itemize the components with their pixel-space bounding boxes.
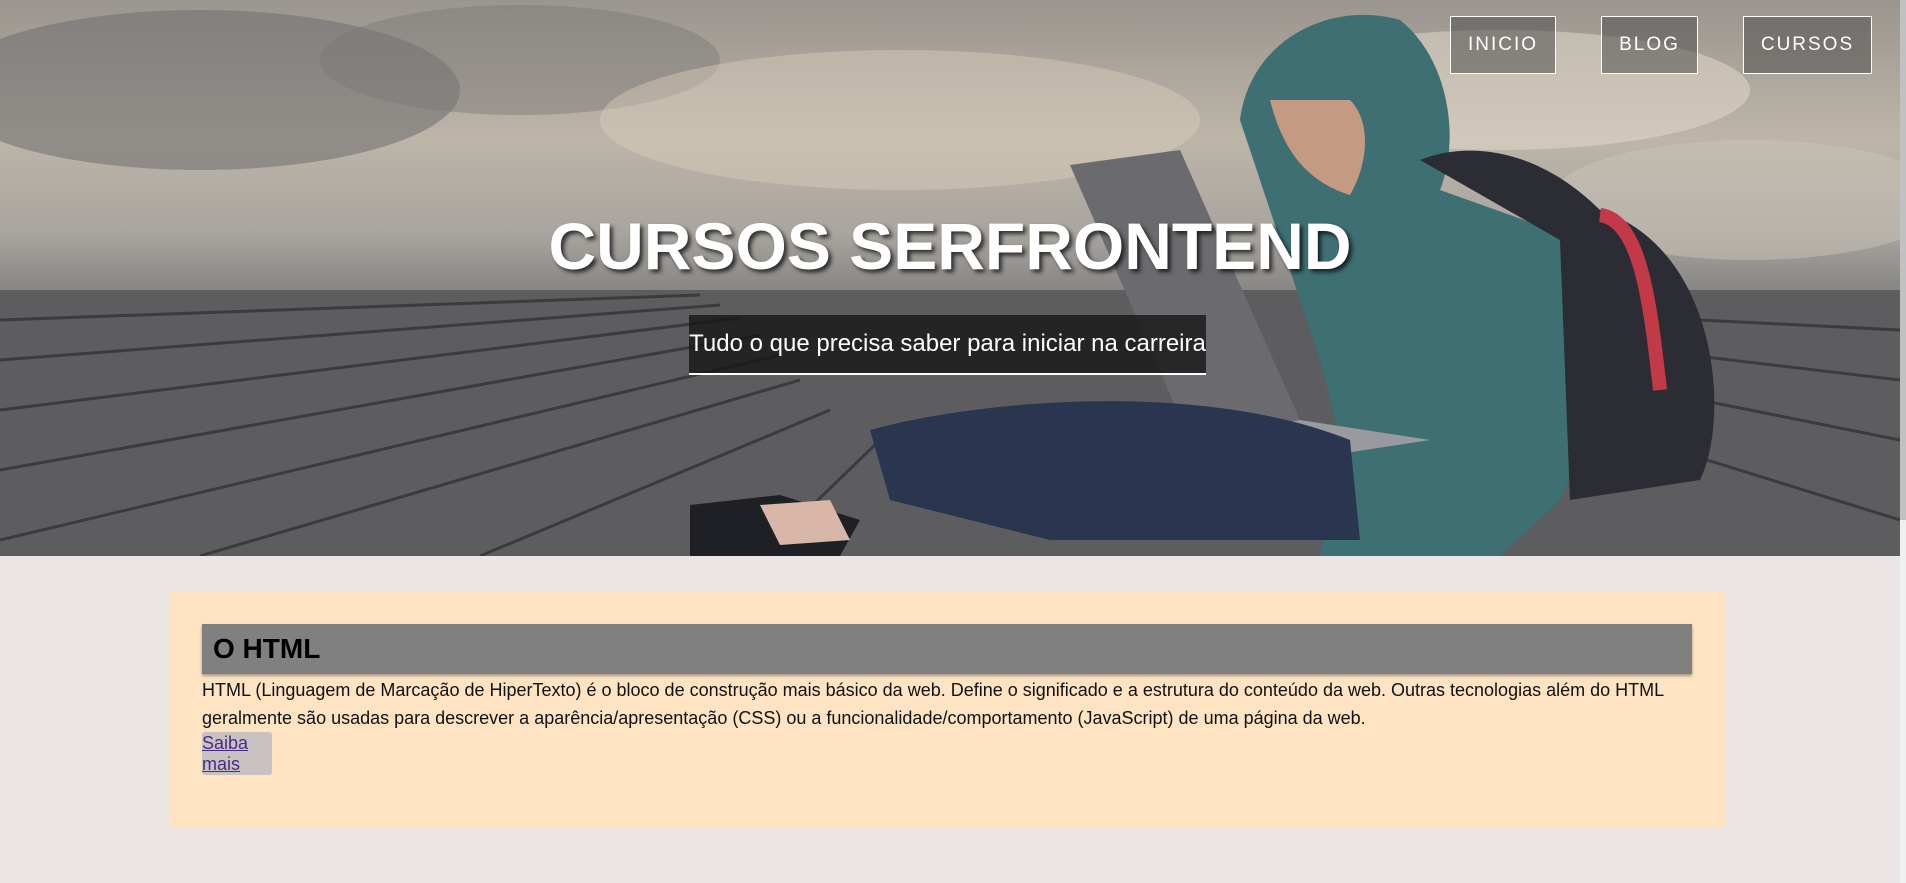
saiba-mais-link[interactable]: Saiba mais xyxy=(202,733,272,775)
nav-blog-button[interactable]: BLOG xyxy=(1601,16,1698,74)
hero-subtitle: Tudo o que precisa saber para iniciar na… xyxy=(689,315,1206,375)
nav-inicio-button[interactable]: INICIO xyxy=(1450,16,1556,74)
scrollbar[interactable] xyxy=(1900,0,1906,883)
scrollbar-thumb[interactable] xyxy=(1900,0,1906,520)
nav-cursos-button[interactable]: CURSOS xyxy=(1743,16,1872,74)
card-title: O HTML xyxy=(202,624,1692,674)
card-text: HTML (Linguagem de Marcação de HiperText… xyxy=(202,680,1664,728)
saiba-mais-button[interactable]: Saiba mais xyxy=(202,732,272,775)
hero-title: CURSOS SERFRONTEND xyxy=(548,209,1352,283)
html-card: O HTML HTML (Linguagem de Marcação de Hi… xyxy=(169,592,1725,827)
